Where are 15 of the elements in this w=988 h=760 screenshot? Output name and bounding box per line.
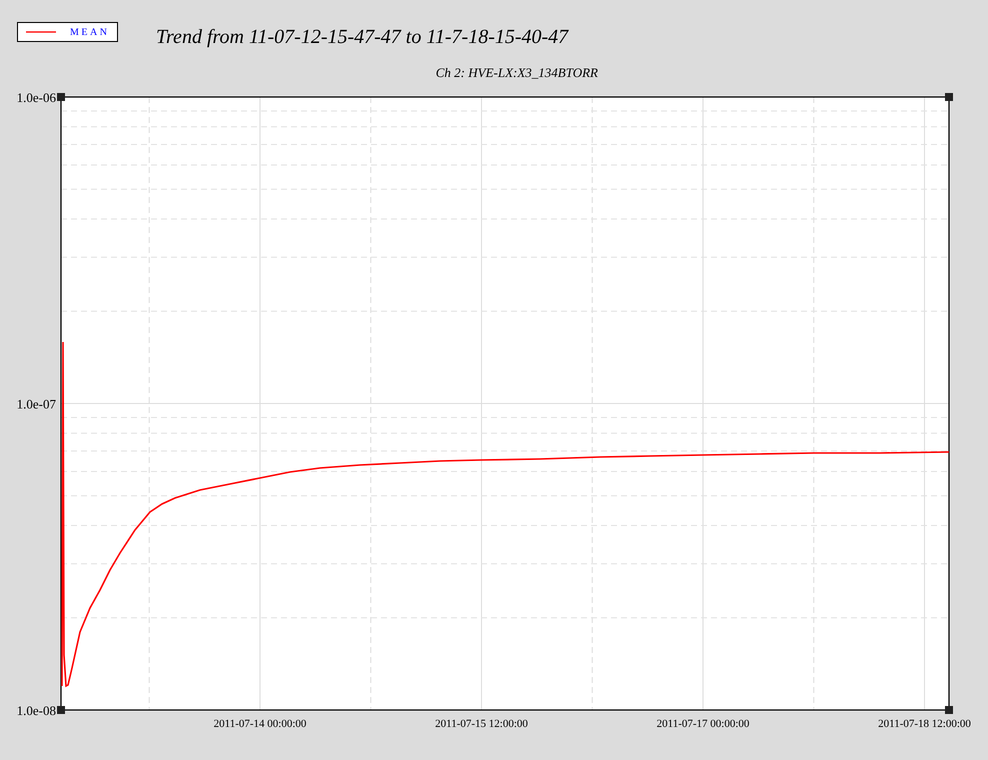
corner-marker: [57, 706, 65, 714]
legend-label: MEAN: [70, 26, 110, 38]
corner-marker: [57, 93, 65, 101]
channel-title: Ch 2: HVE-LX:X3_134BTORR: [436, 65, 598, 82]
y-tick-label: 1.0e-07: [16, 396, 56, 412]
legend-line-icon: [26, 30, 56, 34]
corner-marker: [945, 706, 953, 714]
x-tick-label: 2011-07-15 12:00:00: [435, 718, 528, 730]
corner-marker: [945, 93, 953, 101]
y-tick-label: 1.0e-06: [16, 90, 56, 105]
y-tick-label: 1.0e-08: [16, 703, 56, 718]
x-tick-label: 2011-07-18 12:00:00: [878, 718, 971, 730]
x-tick-label: 2011-07-17 00:00:00: [656, 718, 750, 730]
x-tick-label: 2011-07-14 00:00:00: [214, 718, 306, 730]
chart-title: Trend from 11-07-12-15-47-47 to 11-7-18-15-40-47: [156, 26, 568, 48]
